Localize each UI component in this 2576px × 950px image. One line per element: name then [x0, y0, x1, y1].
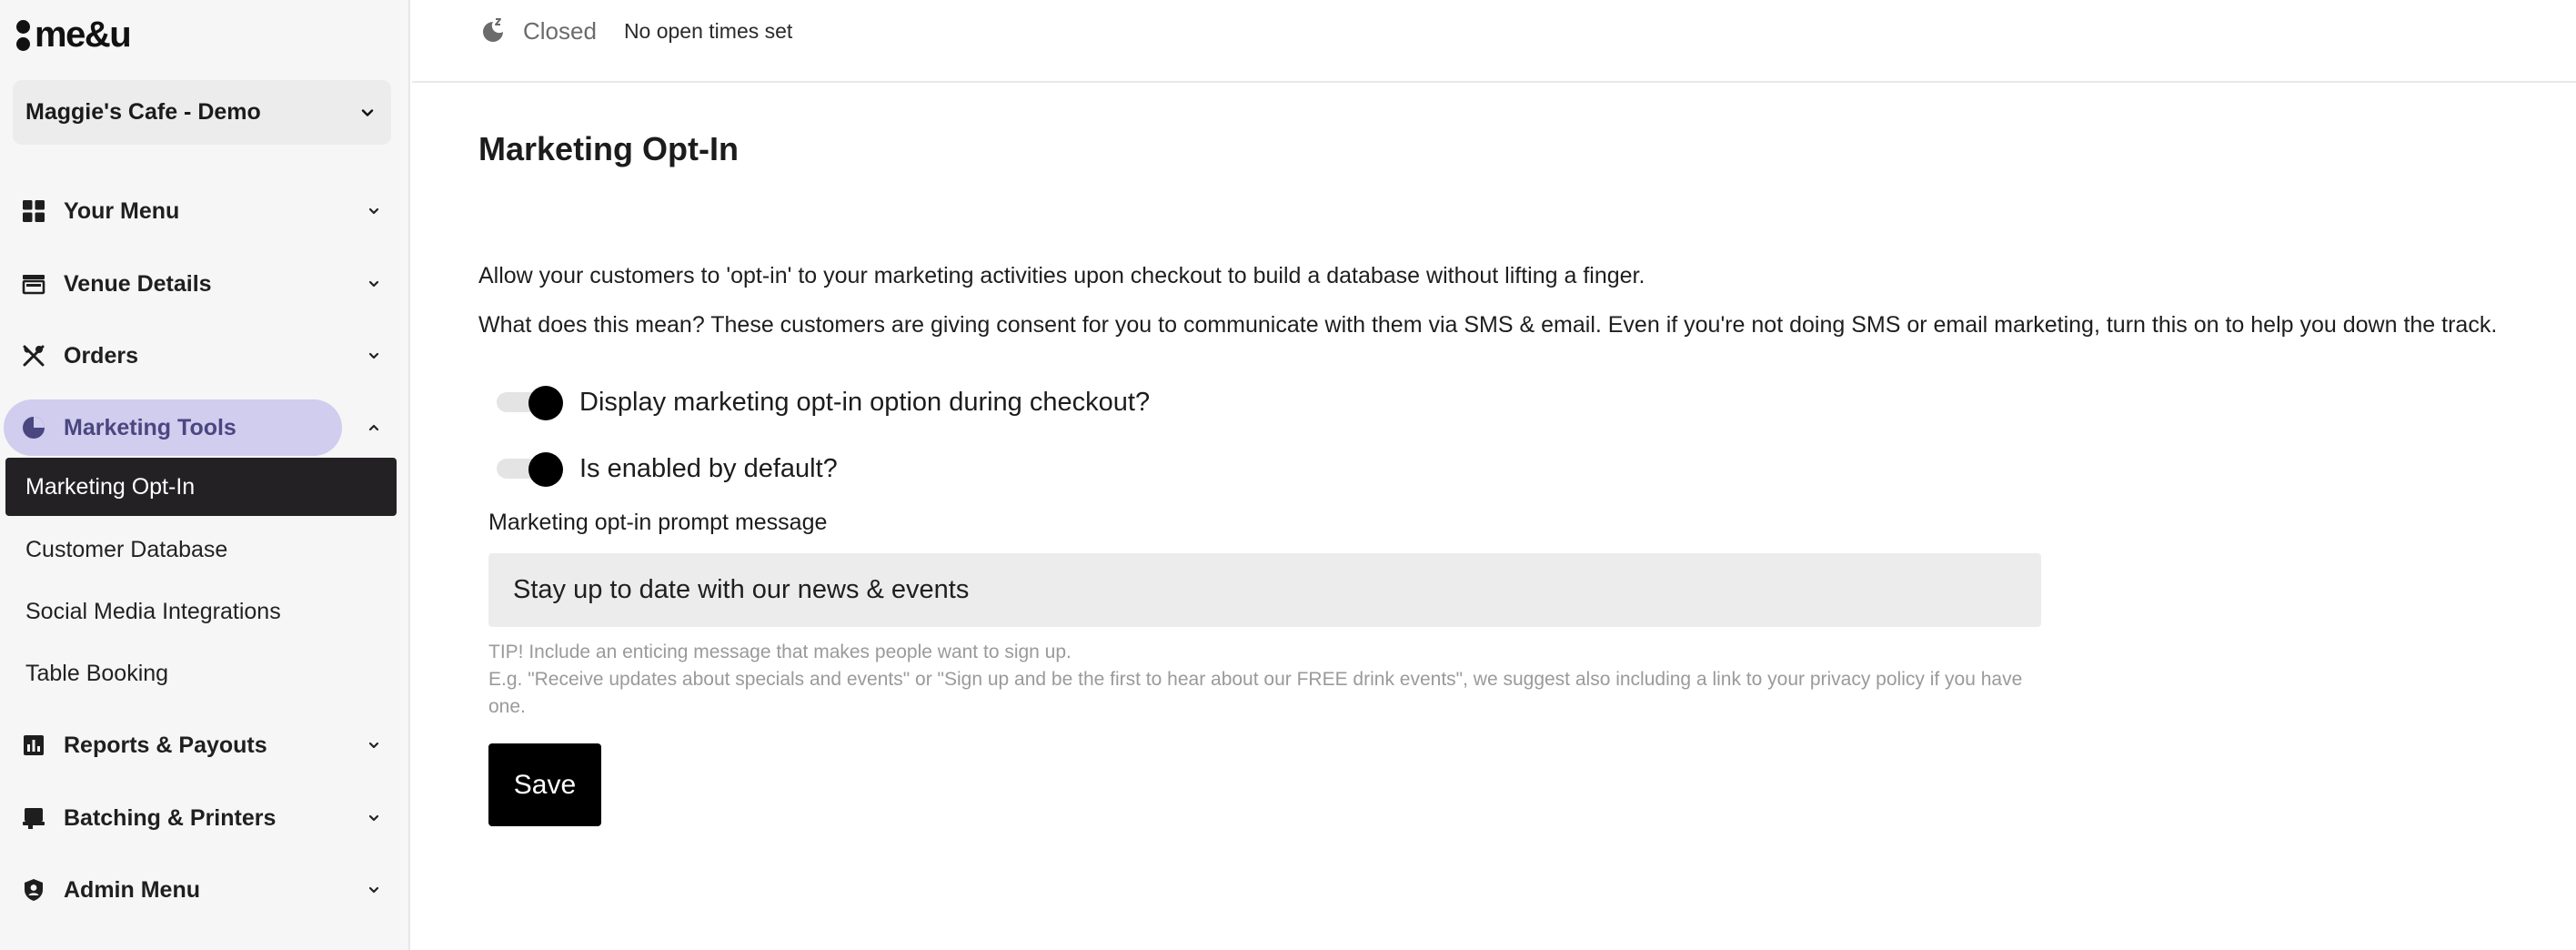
description-text: Allow your customers to 'opt-in' to your… — [478, 263, 1645, 288]
display-opt-in-toggle-row: Display marketing opt-in option during c… — [497, 384, 1150, 420]
chevron-down-icon — [363, 345, 385, 367]
printer-icon — [20, 804, 47, 832]
venue-status-bar: Closed No open times set — [412, 0, 2576, 83]
tip-example-line: E.g. "Receive updates about specials and… — [488, 669, 2023, 717]
sidebar-item-your-menu[interactable]: Your Menu — [0, 181, 410, 241]
chevron-down-icon — [363, 807, 385, 829]
sidebar-item-label: Orders — [64, 342, 138, 369]
description-detail-text: What does this mean? These customers are… — [478, 312, 2498, 338]
tip-text: TIP! Include an enticing message that ma… — [488, 639, 2046, 721]
chevron-down-icon — [363, 734, 385, 756]
enabled-by-default-toggle-row: Is enabled by default? — [497, 450, 838, 487]
chevron-up-icon — [363, 417, 385, 439]
venue-selector[interactable]: Maggie's Cafe - Demo — [13, 80, 391, 145]
sidebar-subitem-customer-database[interactable]: Customer Database — [5, 520, 397, 579]
toggle-knob — [528, 386, 563, 420]
venue-status: Closed — [523, 17, 597, 45]
prompt-message-input[interactable] — [488, 553, 2041, 627]
sidebar-item-label: Marketing Tools — [64, 414, 236, 440]
shield-user-icon — [20, 876, 47, 904]
sidebar-subitem-marketing-opt-in[interactable]: Marketing Opt-In — [5, 458, 397, 516]
toggle-label: Is enabled by default? — [579, 453, 838, 483]
sidebar-item-admin-menu[interactable]: Admin Menu — [0, 860, 410, 920]
sidebar-subitem-label: Customer Database — [25, 536, 228, 562]
sidebar-item-label: Your Menu — [64, 197, 180, 224]
main-content: Marketing Opt-In Allow your customers to… — [412, 85, 2576, 950]
sidebar-item-marketing-tools[interactable]: Marketing Tools — [0, 398, 410, 458]
storefront-icon — [20, 270, 47, 298]
bar-chart-icon — [20, 732, 47, 759]
prompt-message-label: Marketing opt-in prompt message — [488, 510, 828, 535]
sidebar-item-label: Admin Menu — [64, 876, 200, 903]
sidebar-subitem-label: Marketing Opt-In — [25, 473, 196, 500]
moon-sleep-icon — [483, 17, 503, 42]
sidebar-subitem-label: Social Media Integrations — [25, 598, 281, 624]
grid-icon — [20, 197, 47, 225]
brand-logo[interactable]: me&u — [16, 14, 132, 55]
sidebar-subitem-label: Table Booking — [25, 660, 169, 686]
sidebar-item-reports-payouts[interactable]: Reports & Payouts — [0, 715, 410, 775]
chevron-down-icon — [363, 879, 385, 901]
utensils-icon — [20, 342, 47, 369]
chevron-down-icon — [363, 200, 385, 222]
toggle-label: Display marketing opt-in option during c… — [579, 387, 1151, 417]
venue-selector-value: Maggie's Cafe - Demo — [25, 99, 261, 125]
sidebar-item-batching-printers[interactable]: Batching & Printers — [0, 788, 410, 848]
display-opt-in-toggle[interactable] — [497, 384, 563, 420]
chevron-down-icon — [363, 273, 385, 295]
open-times-status: No open times set — [623, 19, 793, 43]
sidebar-subitem-social-media-integrations[interactable]: Social Media Integrations — [5, 582, 397, 641]
brand-name: me&u — [35, 14, 132, 55]
sidebar-item-venue-details[interactable]: Venue Details — [0, 254, 410, 314]
save-button[interactable]: Save — [488, 743, 601, 826]
sidebar-subitem-table-booking[interactable]: Table Booking — [5, 644, 397, 702]
sidebar-item-orders[interactable]: Orders — [0, 326, 410, 386]
logo-dots-icon — [16, 17, 31, 52]
sidebar-item-label: Venue Details — [64, 270, 212, 297]
chevron-down-icon — [357, 102, 378, 124]
toggle-knob — [528, 452, 563, 487]
enabled-by-default-toggle[interactable] — [497, 450, 563, 487]
sidebar-item-label: Batching & Printers — [64, 804, 277, 831]
sidebar-item-label: Reports & Payouts — [64, 732, 267, 758]
page-title: Marketing Opt-In — [478, 130, 739, 167]
pie-chart-icon — [20, 414, 47, 441]
tip-line: TIP! Include an enticing message that ma… — [488, 642, 1072, 662]
sidebar: me&u Maggie's Cafe - Demo Your Menu Venu… — [0, 0, 410, 950]
